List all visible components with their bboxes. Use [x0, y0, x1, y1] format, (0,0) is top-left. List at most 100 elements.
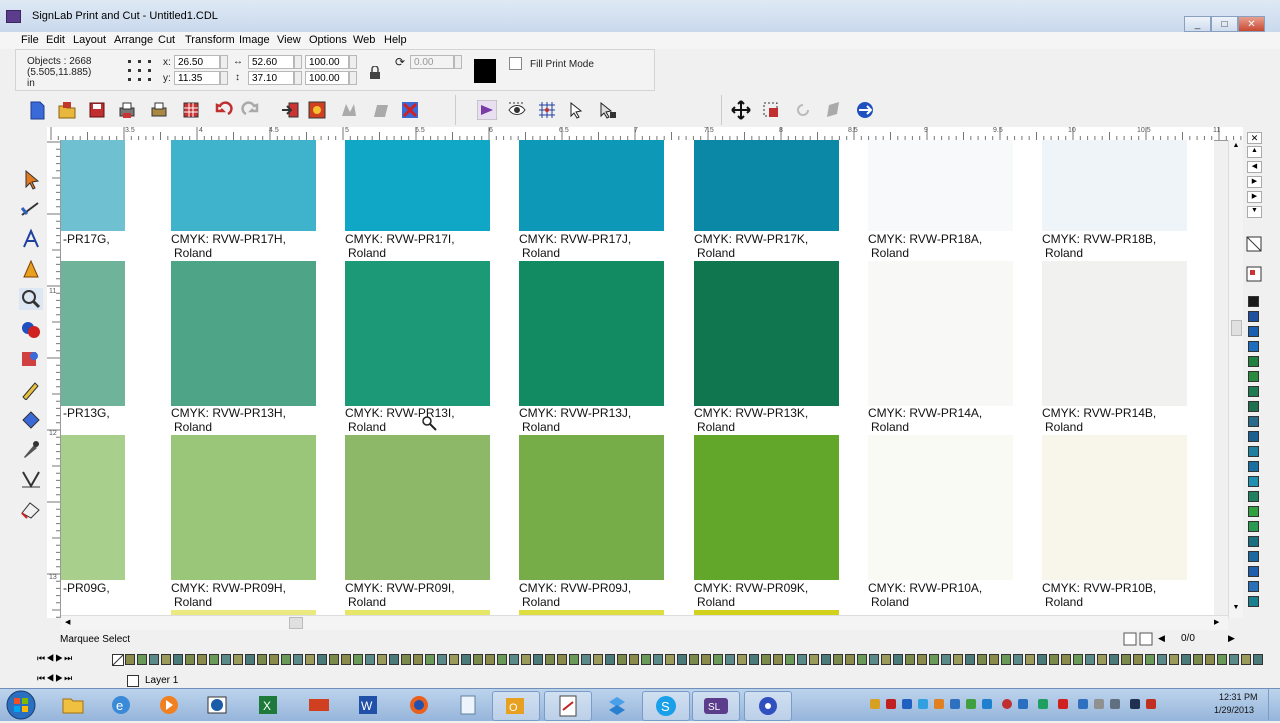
palette-color-chip[interactable] [1248, 461, 1259, 472]
layer-nav-arrows[interactable]: ⏮◀▶⏭ [37, 673, 73, 684]
start-button-icon[interactable] [6, 690, 36, 720]
palette-color-chip[interactable] [689, 654, 699, 665]
palette-color-chip[interactable] [1193, 654, 1203, 665]
palette-color-chip[interactable] [893, 654, 903, 665]
palette-color-chip[interactable] [461, 654, 471, 665]
palette-color-chip[interactable] [413, 654, 423, 665]
ie-icon[interactable]: e [98, 691, 144, 719]
palette-color-chip[interactable] [485, 654, 495, 665]
y-spinner[interactable] [220, 71, 228, 85]
color-swatch-icon[interactable] [474, 59, 496, 83]
palette-color-chip[interactable] [821, 654, 831, 665]
color-swatch[interactable] [345, 261, 490, 406]
palette-color-chip[interactable] [137, 654, 147, 665]
tray-icon[interactable] [1018, 699, 1028, 709]
scale-select-icon[interactable] [761, 100, 781, 120]
palette-color-chip[interactable] [665, 654, 675, 665]
acrobat-icon[interactable] [544, 691, 592, 721]
palette-color-chip[interactable] [1025, 654, 1035, 665]
palette-color-chip[interactable] [221, 654, 231, 665]
width-field[interactable]: 52.60 [248, 55, 294, 69]
vertical-scroll-thumb[interactable] [1231, 320, 1242, 336]
drawing-canvas[interactable]: -PR17G, CMYK: RVW-PR17H, Roland CMYK: RVW-P… [61, 140, 1214, 618]
clock-date[interactable]: 1/29/2013 [1214, 705, 1254, 715]
image-tool-icon[interactable] [19, 348, 43, 370]
palette-color-chip[interactable] [761, 654, 771, 665]
minimize-button[interactable]: _ [1184, 16, 1211, 32]
palette-color-chip[interactable] [581, 654, 591, 665]
pointer-tool-icon[interactable] [19, 168, 43, 190]
palette-color-chip[interactable] [317, 654, 327, 665]
palette-color-chip[interactable] [1169, 654, 1179, 665]
palette-color-chip[interactable] [1049, 654, 1059, 665]
color-swatch[interactable] [345, 140, 490, 231]
zoom-tool-icon[interactable] [19, 288, 43, 310]
palette-color-chip[interactable] [989, 654, 999, 665]
palette-color-chip[interactable] [1248, 326, 1259, 337]
palette-color-chip[interactable] [1037, 654, 1047, 665]
palette-color-chip[interactable] [1248, 446, 1259, 457]
x-spinner[interactable] [220, 55, 228, 69]
palette-color-chip[interactable] [1248, 566, 1259, 577]
knife-tool-icon[interactable] [19, 198, 43, 220]
menu-edit[interactable]: Edit [46, 34, 65, 46]
palette-color-chip[interactable] [377, 654, 387, 665]
scale-x-field[interactable]: 100.00 [305, 55, 349, 69]
palette-color-chip[interactable] [713, 654, 723, 665]
panel-first-icon[interactable]: ◀ [1247, 161, 1262, 173]
horizontal-scrollbar[interactable]: ◀ ▶ [61, 615, 1228, 630]
scroll-left-arrow[interactable]: ◀ [65, 618, 70, 626]
palette-color-chip[interactable] [521, 654, 531, 665]
menu-transform[interactable]: Transform [185, 34, 235, 46]
palette-color-chip[interactable] [1109, 654, 1119, 665]
palette-color-chip[interactable] [1248, 431, 1259, 442]
color-swatch[interactable] [868, 261, 1013, 406]
palette-color-chip[interactable] [1013, 654, 1023, 665]
eyedropper-tool-icon[interactable] [19, 438, 43, 460]
palette-color-chip[interactable] [617, 654, 627, 665]
palette-color-chip[interactable] [305, 654, 315, 665]
palette-color-chip[interactable] [1145, 654, 1155, 665]
color-swatch[interactable] [1042, 261, 1187, 406]
color-swatch[interactable] [1042, 140, 1187, 231]
palette-color-chip[interactable] [1001, 654, 1011, 665]
color-swatch[interactable] [1042, 435, 1187, 580]
palette-options-icon[interactable] [1246, 266, 1262, 282]
grid-print-icon[interactable] [181, 100, 201, 120]
height-spinner[interactable] [294, 71, 302, 85]
palette-color-chip[interactable] [1133, 654, 1143, 665]
palette-color-chip[interactable] [1248, 356, 1259, 367]
weed-tool-icon[interactable] [597, 100, 617, 120]
palette-nav-arrows[interactable]: ⏮◀▶⏭ [37, 653, 73, 664]
palette-color-chip[interactable] [965, 654, 975, 665]
palette-color-chip[interactable] [389, 654, 399, 665]
page-icons[interactable] [1123, 632, 1155, 646]
tray-icon[interactable] [934, 699, 944, 709]
palette-no-color-icon[interactable] [112, 654, 124, 666]
page-prev-arrow[interactable]: ◀ [1158, 633, 1165, 644]
palette-color-chip[interactable] [1248, 476, 1259, 487]
palette-color-chip[interactable] [785, 654, 795, 665]
palette-color-chip[interactable] [629, 654, 639, 665]
palette-color-chip[interactable] [1248, 506, 1259, 517]
tray-icon[interactable] [1002, 699, 1012, 709]
palette-color-chip[interactable] [185, 654, 195, 665]
menu-help[interactable]: Help [384, 34, 407, 46]
palette-color-chip[interactable] [1205, 654, 1215, 665]
palette-color-chip[interactable] [245, 654, 255, 665]
tray-icon[interactable] [1130, 699, 1140, 709]
palette-color-chip[interactable] [365, 654, 375, 665]
palette-color-chip[interactable] [1248, 386, 1259, 397]
menu-view[interactable]: View [277, 34, 301, 46]
palette-color-chip[interactable] [749, 654, 759, 665]
menu-image[interactable]: Image [239, 34, 270, 46]
palette-color-chip[interactable] [341, 654, 351, 665]
tray-icon[interactable] [1094, 699, 1104, 709]
palette-color-chip[interactable] [437, 654, 447, 665]
redo-icon[interactable] [241, 100, 261, 120]
print-icon[interactable] [117, 100, 137, 120]
palette-color-chip[interactable] [1229, 654, 1239, 665]
palette-color-chip[interactable] [533, 654, 543, 665]
tray-icon[interactable] [870, 699, 880, 709]
palette-color-chip[interactable] [1248, 416, 1259, 427]
